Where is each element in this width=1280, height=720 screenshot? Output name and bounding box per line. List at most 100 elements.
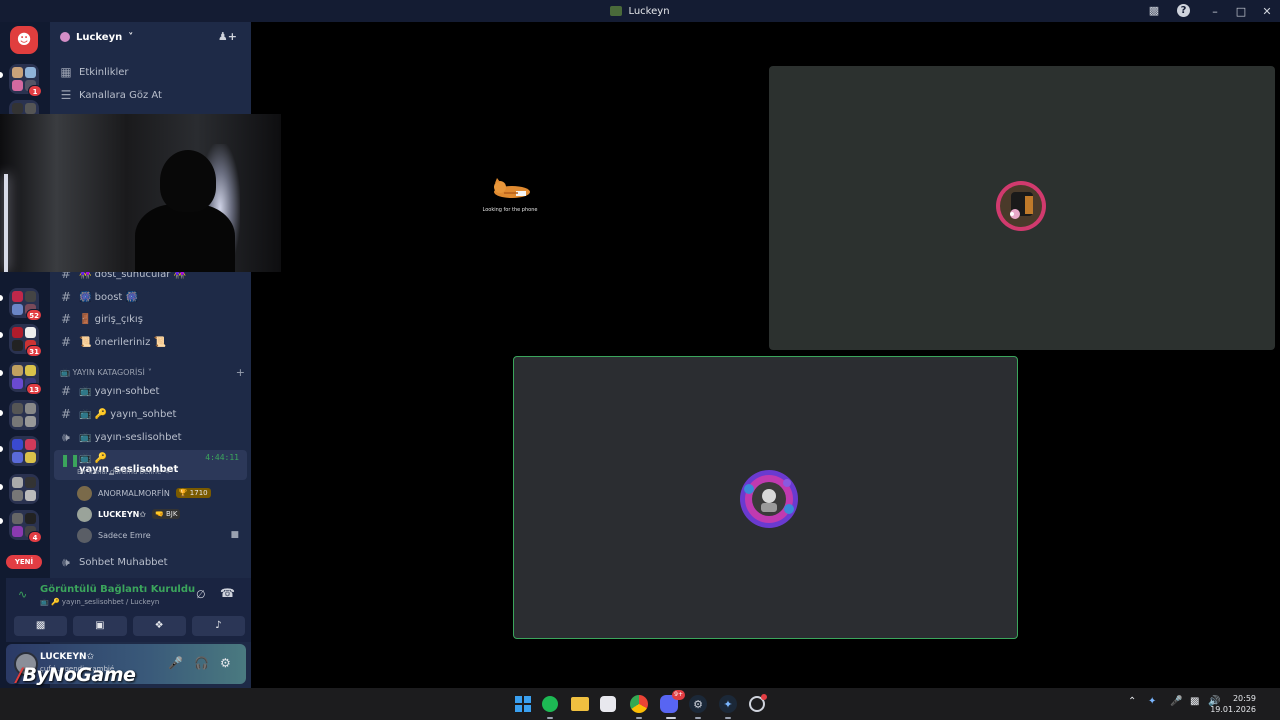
gear-icon[interactable]: ⚙ <box>220 656 231 670</box>
discord-home-icon[interactable]: ☻ <box>10 26 38 54</box>
steam-icon[interactable]: ⚙ <box>689 695 707 713</box>
user-name[interactable]: LUCKEYN✩ <box>40 652 94 662</box>
network-icon[interactable]: ▩ <box>1190 696 1199 707</box>
clock[interactable]: 20:59 19.01.2026 <box>1210 693 1256 715</box>
unread-pill <box>0 518 3 524</box>
running-indicator <box>695 717 701 719</box>
unread-pill <box>0 295 3 301</box>
voice-connected-icon: ❚❚ <box>60 453 81 467</box>
channel-yayin-sohbet-locked[interactable]: # 📺 🔑 yayın_sohbet <box>54 404 247 424</box>
running-indicator <box>725 717 731 719</box>
screen-share-icon[interactable]: ▩ <box>1146 3 1162 19</box>
voice-connection-card: ∿ Görüntülü Bağlantı Kuruldu 📺 🔑 yayın_s… <box>6 578 251 642</box>
server-folder[interactable]: 1 <box>9 64 42 97</box>
mention-badge: 1 <box>28 85 42 97</box>
running-indicator-active <box>666 717 676 719</box>
mention-badge: 52 <box>26 309 42 321</box>
spotify-icon[interactable] <box>542 696 558 712</box>
voice-channel-sohbet-muhabbet[interactable]: 🕪 Sohbet Muhabbet <box>54 552 247 572</box>
channel-label: Sohbet Muhabbet <box>79 556 168 568</box>
window-title: Luckeyn <box>610 5 670 17</box>
server-thumbnail-icon <box>610 6 623 16</box>
minimize-button[interactable]: – <box>1202 5 1228 18</box>
screen-share-button[interactable]: ▣ <box>73 616 127 636</box>
nav-browse-channels[interactable]: ☰ Kanallara Göz At <box>54 85 247 105</box>
tray-overflow-icon[interactable]: ⌃ <box>1128 696 1136 707</box>
windows-start-icon[interactable] <box>513 694 533 714</box>
app-icon-with-alert[interactable] <box>749 694 767 712</box>
channel-yayin-sohbet[interactable]: # 📺 yayın-sohbet <box>54 381 247 401</box>
microphone-tray-icon[interactable]: 🎤 <box>1170 696 1182 707</box>
close-button[interactable]: ✕ <box>1254 5 1280 18</box>
steam-tray-icon[interactable]: ✦ <box>1148 696 1156 707</box>
server-folder[interactable] <box>9 400 39 430</box>
taskbar: 9+ ⚙ ✦ ⌃ ✦ 🎤 ▩ 🔊 20:59 19.01.2026 <box>0 688 1280 720</box>
steam-alt-icon[interactable]: ✦ <box>719 695 737 713</box>
cat-sticker-icon <box>494 178 530 198</box>
server-name: Luckeyn <box>76 31 123 43</box>
silhouette-body <box>135 204 235 272</box>
participant-tile[interactable] <box>769 66 1275 350</box>
activities-button[interactable]: ❖ <box>132 616 186 636</box>
voice-user[interactable]: LUCKEYN✩ 🤜 BJK <box>77 505 247 523</box>
watermark-text: ByNoGame <box>22 664 136 686</box>
discord-taskbar-icon[interactable]: 9+ <box>660 690 685 713</box>
server-folder[interactable] <box>9 474 39 504</box>
server-folder[interactable]: 13 <box>9 362 42 395</box>
maximize-button[interactable]: □ <box>1228 5 1254 18</box>
channel-label: 📺 yayın-sohbet <box>79 385 160 397</box>
channel-label: 🚪 giriş_çıkış <box>79 313 143 325</box>
category-label: 📺 YAYIN KATAGORİSİ <box>60 368 145 377</box>
nav-events[interactable]: ▦ Etkinlikler <box>54 62 247 82</box>
voice-action-buttons: ▩ ▣ ❖ ♪ <box>14 616 245 636</box>
participant-tile-speaking[interactable] <box>513 356 1018 639</box>
server-folder[interactable]: 52 <box>9 288 42 321</box>
new-badge[interactable]: YENİ <box>6 555 42 569</box>
user-tag: 🤜 BJK <box>152 509 181 519</box>
title-bar: Luckeyn ▩ ? – □ ✕ <box>0 0 1280 22</box>
notification-badge: 9+ <box>672 690 685 700</box>
channel-status-prompt[interactable]: Bir kanal durumu belirle ✎ <box>77 468 170 476</box>
call-timer: 4:44:11 <box>205 453 239 462</box>
clock-date: 19.01.2026 <box>1210 705 1256 714</box>
server-folder[interactable]: 4 <box>9 510 42 543</box>
chevron-down-icon: ˅ <box>128 31 134 43</box>
voice-channel-yayin-seslisohbet[interactable]: 🕪 📺 yayın-seslisohbet <box>54 427 247 447</box>
channel-onerileriniz[interactable]: # 📜 önerileriniz 📜 <box>54 332 247 352</box>
channel-boost[interactable]: # 🎆 boost 🎆 <box>54 287 247 307</box>
server-folder[interactable] <box>9 436 39 466</box>
server-icon <box>60 32 70 42</box>
light-strip <box>4 174 8 272</box>
user-tag: 🏆 1710 <box>175 488 211 498</box>
microphone-icon[interactable]: 🎤 <box>168 656 183 670</box>
disconnect-icon[interactable]: ☎ <box>220 586 235 600</box>
channel-giris-cikis[interactable]: # 🚪 giriş_çıkış <box>54 309 247 329</box>
invite-people-icon[interactable]: ♟+ <box>218 30 237 43</box>
webcam-preview[interactable] <box>0 114 281 272</box>
browse-list-icon: ☰ <box>60 88 72 102</box>
category-yayin[interactable]: 📺 YAYIN KATAGORİSİ ˅ + <box>60 366 245 379</box>
voice-status-title[interactable]: Görüntülü Bağlantı Kuruldu <box>40 584 195 595</box>
camera-toggle-button[interactable]: ▩ <box>14 616 68 636</box>
voice-user[interactable]: ANORMALMORFİN 🏆 1710 <box>77 484 247 502</box>
microsoft-store-icon[interactable] <box>600 696 616 712</box>
camera-icon: ■ <box>230 530 239 540</box>
mention-badge: 31 <box>26 345 42 357</box>
headphones-icon[interactable]: 🎧 <box>194 656 209 670</box>
voice-status-channel[interactable]: 📺 🔑 yayın_seslisohbet / Luckeyn <box>40 598 159 606</box>
help-icon[interactable]: ? <box>1177 4 1190 17</box>
speaker-icon: 🕪 <box>62 554 70 569</box>
voice-user[interactable]: Sadece Emre ■ <box>77 526 247 544</box>
channel-label: 📺 yayın-seslisohbet <box>79 431 182 443</box>
unread-pill <box>0 370 3 376</box>
server-folder[interactable]: 31 <box>9 324 42 357</box>
file-explorer-icon[interactable] <box>571 697 589 711</box>
chrome-icon[interactable] <box>630 695 648 713</box>
window-title-text: Luckeyn <box>628 5 670 17</box>
noise-suppression-icon[interactable]: ∅ <box>196 588 206 601</box>
hash-icon: # <box>60 312 72 326</box>
chevron-down-icon: ˅ <box>147 368 152 377</box>
add-channel-button[interactable]: + <box>236 366 245 379</box>
soundboard-button[interactable]: ♪ <box>191 616 245 636</box>
server-header[interactable]: Luckeyn ˅ ♟+ <box>50 22 251 52</box>
